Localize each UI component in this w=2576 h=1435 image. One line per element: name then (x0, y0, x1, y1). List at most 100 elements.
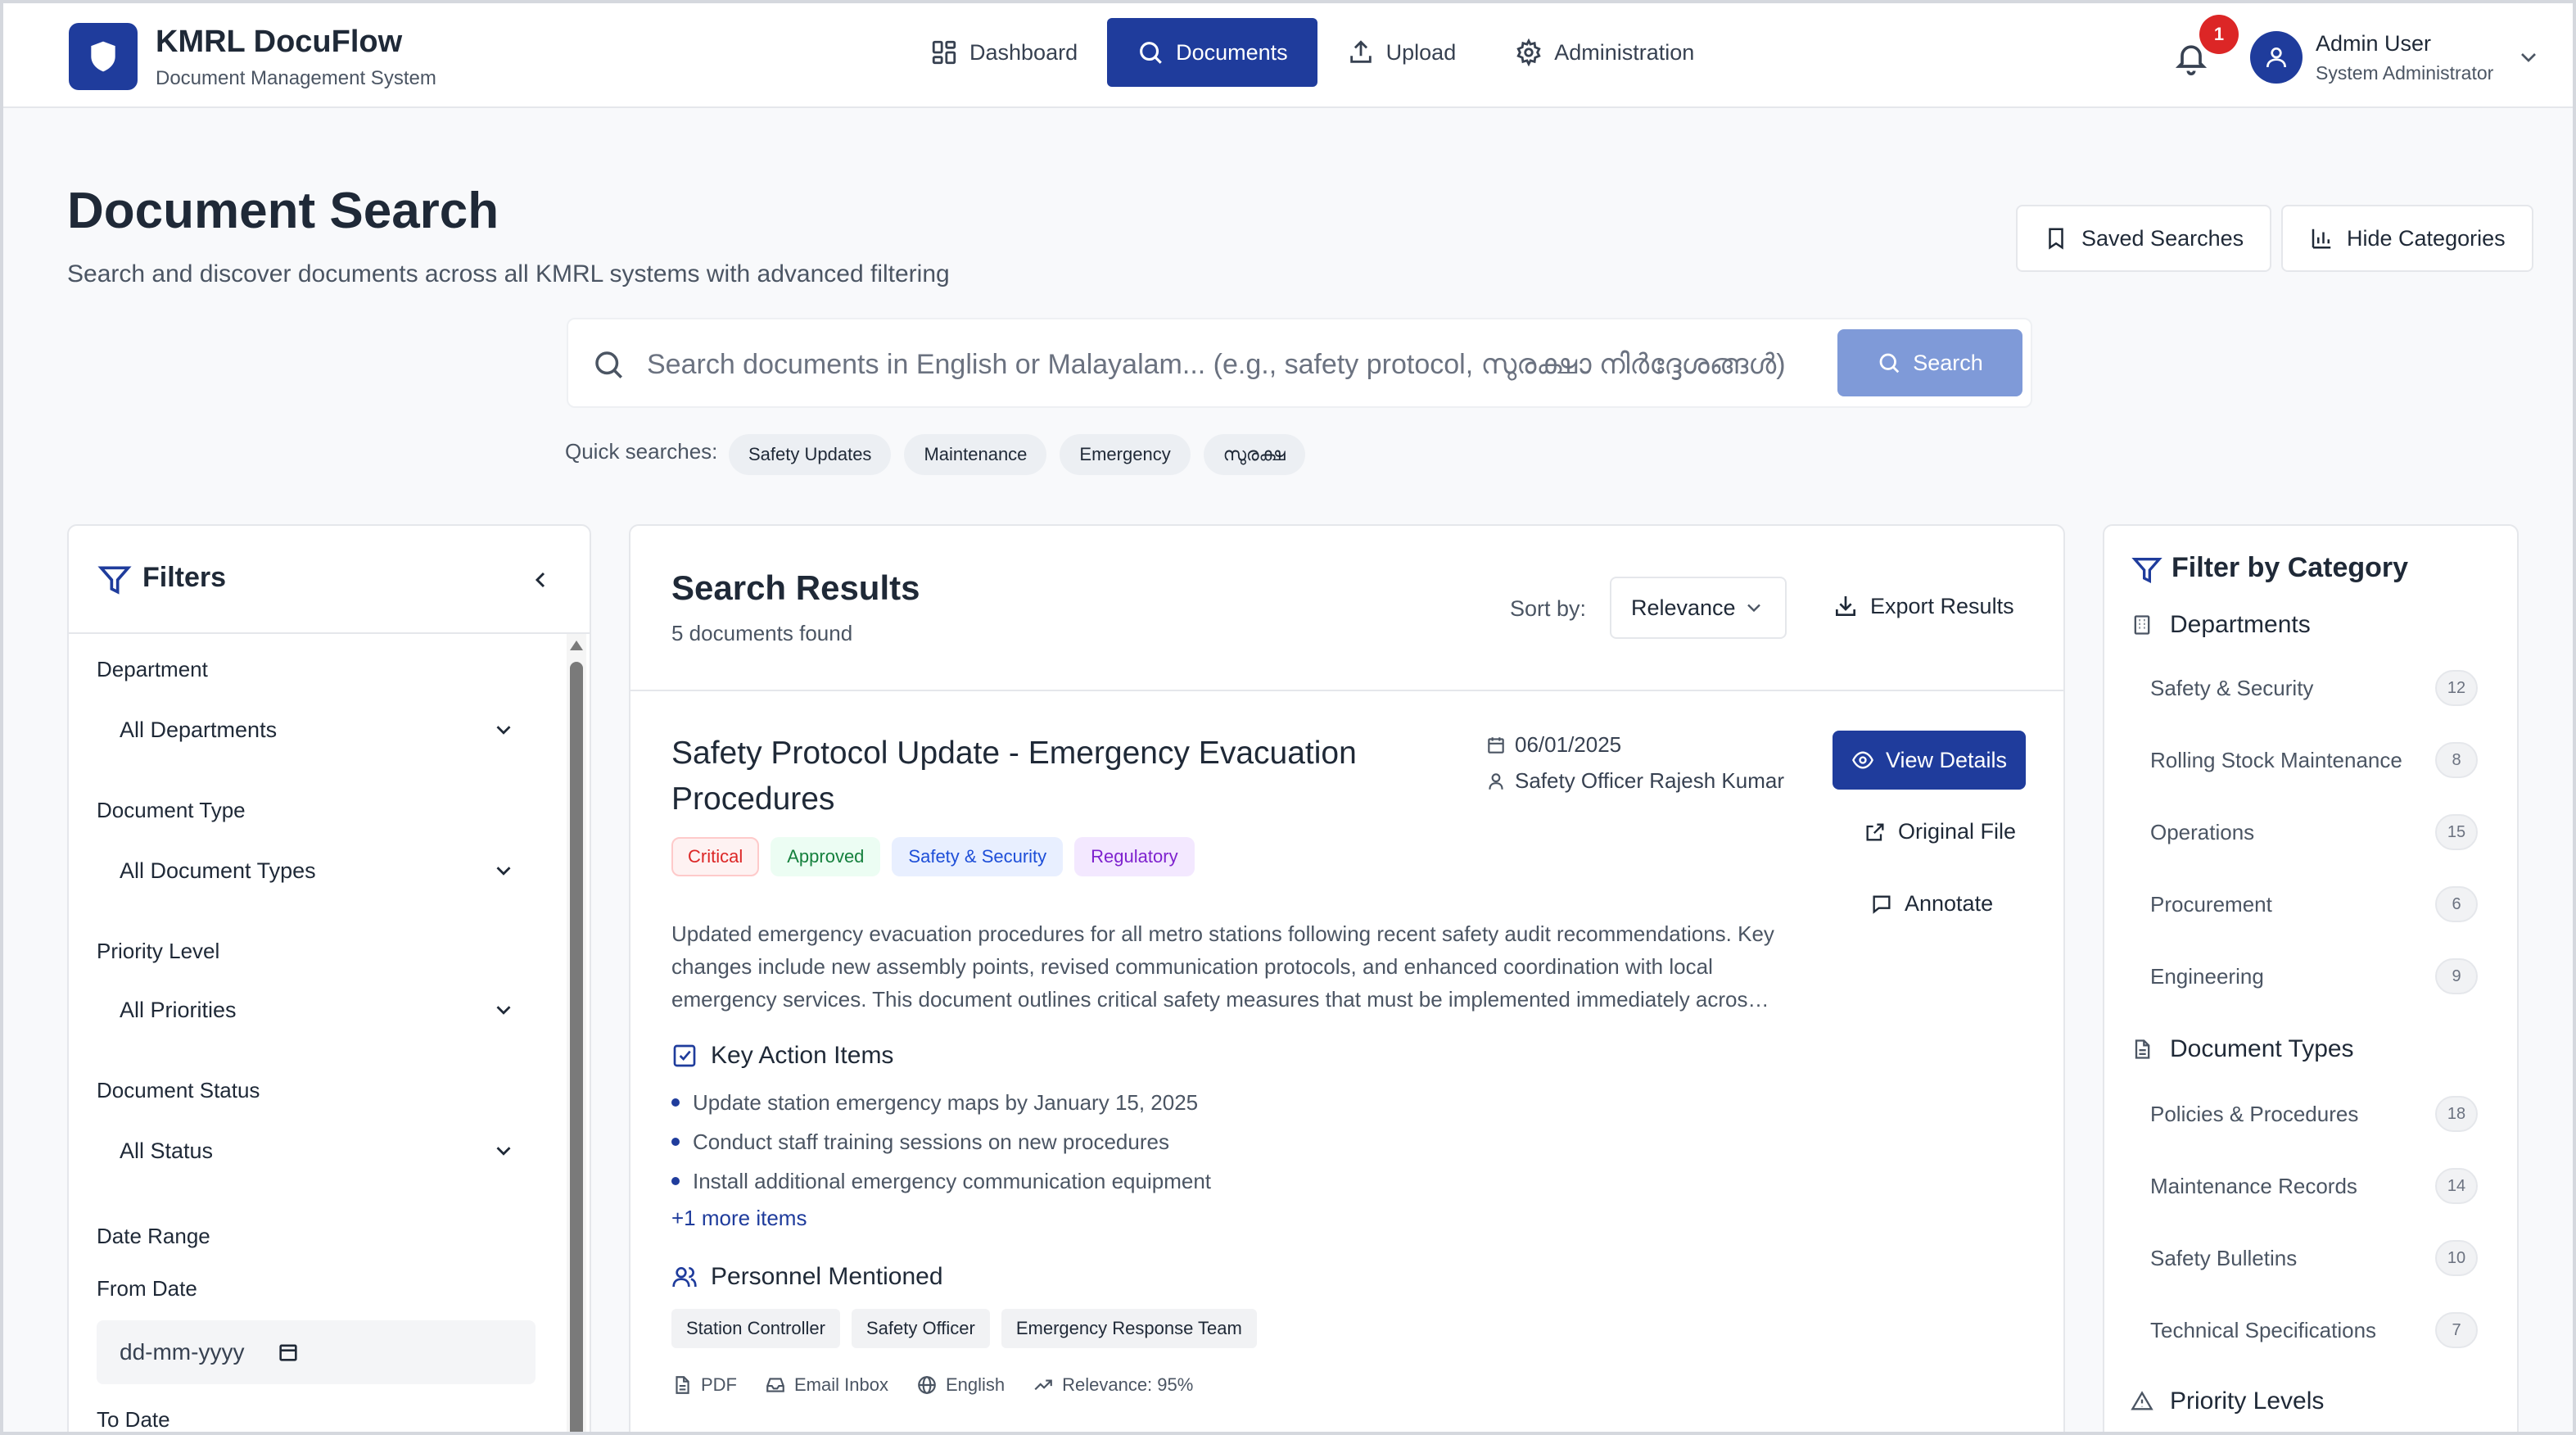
nav-administration-label: Administration (1554, 39, 1695, 65)
category-count: 14 (2435, 1168, 2478, 1204)
results-title: Search Results (671, 568, 920, 607)
category-item[interactable]: Technical Specifications 7 (2150, 1306, 2478, 1355)
app-title: KMRL DocuFlow (156, 25, 403, 59)
more-items-link[interactable]: +1 more items (671, 1206, 807, 1231)
departments-heading: Departments (2131, 611, 2311, 639)
document-title[interactable]: Safety Protocol Update - Emergency Evacu… (671, 731, 1392, 822)
category-item[interactable]: Procurement 6 (2150, 880, 2478, 929)
chevron-down-icon (496, 726, 511, 735)
personnel-title: Personnel Mentioned (711, 1263, 943, 1290)
quick-search-chip[interactable]: Emergency (1060, 434, 1191, 475)
key-actions-list: Update station emergency maps by January… (671, 1083, 1211, 1201)
app-logo[interactable] (69, 23, 138, 90)
category-item[interactable]: Policies & Procedures 18 (2150, 1089, 2478, 1138)
sort-value: Relevance (1631, 595, 1736, 620)
page-subtitle: Search and discover documents across all… (67, 260, 950, 287)
category-count: 6 (2435, 886, 2478, 922)
quick-search-chip[interactable]: സുരക്ഷ (1203, 434, 1305, 475)
document-type-select[interactable]: All Document Types (97, 837, 539, 904)
original-file-button[interactable]: Original File (1864, 819, 2016, 844)
date-range-label: Date Range (97, 1224, 210, 1248)
quick-searches: Safety Updates Maintenance Emergency സുര… (729, 434, 1305, 475)
chevron-left-icon[interactable] (527, 567, 554, 593)
category-name: Procurement (2150, 891, 2272, 917)
notification-badge: 1 (2199, 15, 2239, 54)
category-item[interactable]: Rolling Stock Maintenance 8 (2150, 736, 2478, 785)
category-name: Technical Specifications (2150, 1317, 2377, 1342)
search-input[interactable] (647, 336, 1859, 393)
annotate-button[interactable]: Annotate (1870, 891, 1993, 917)
nav-upload[interactable]: Upload (1317, 18, 1486, 87)
document-author-value: Safety Officer Rajesh Kumar (1515, 768, 1784, 793)
list-item-text: Install additional emergency communicati… (693, 1168, 1212, 1193)
filters-header: Filters (69, 526, 590, 634)
globe-icon (918, 1376, 936, 1394)
top-header: KMRL DocuFlow Document Management System… (3, 3, 2573, 108)
department-badge: Safety & Security (892, 837, 1064, 876)
nav-documents[interactable]: Documents (1107, 18, 1317, 87)
file-icon (676, 1376, 689, 1394)
chevron-down-icon[interactable] (2515, 44, 2542, 70)
inbox-icon (766, 1378, 784, 1392)
category-item[interactable]: Maintenance Records 14 (2150, 1161, 2478, 1211)
avatar[interactable] (2250, 31, 2303, 84)
document-types-title: Document Types (2170, 1035, 2354, 1062)
search-button-label: Search (1913, 350, 1983, 375)
category-name: Policies & Procedures (2150, 1101, 2359, 1126)
list-item: Update station emergency maps by January… (671, 1083, 1211, 1122)
personnel-chip: Safety Officer (851, 1309, 990, 1348)
personnel-chip: Emergency Response Team (1001, 1309, 1257, 1348)
document-date-value: 06/01/2025 (1515, 732, 1622, 757)
hide-categories-button[interactable]: Hide Categories (2281, 205, 2533, 272)
category-item[interactable]: Safety & Security 12 (2150, 663, 2478, 713)
main-nav: Dashboard Documents Upload Administratio… (901, 18, 1724, 87)
sort-select[interactable]: Relevance (1610, 577, 1787, 639)
category-item[interactable]: Engineering 9 (2150, 952, 2478, 1001)
quick-search-chip[interactable]: Safety Updates (729, 434, 892, 475)
category-item[interactable]: Operations 15 (2150, 808, 2478, 857)
saved-searches-button[interactable]: Saved Searches (2016, 205, 2272, 272)
comment-icon (1873, 895, 1891, 914)
scroll-up-arrow[interactable] (570, 641, 583, 650)
upload-icon (1349, 40, 1372, 63)
hide-categories-label: Hide Categories (2347, 225, 2506, 251)
sort-label: Sort by: (1510, 596, 1587, 621)
format-meta: PDF (671, 1374, 737, 1396)
bullet (671, 1138, 680, 1146)
category-name: Safety & Security (2150, 675, 2314, 700)
export-results-button[interactable]: Export Results (1833, 593, 2014, 619)
from-date-placeholder: dd-mm-yyyy (120, 1339, 245, 1365)
calendar-icon (1488, 736, 1504, 754)
view-details-button[interactable]: View Details (1833, 731, 2026, 790)
category-item[interactable]: Safety Bulletins 10 (2150, 1234, 2478, 1283)
priority-value: All Priorities (120, 997, 237, 1022)
category-count: 10 (2435, 1240, 2478, 1276)
page-title: Document Search (67, 183, 499, 239)
department-select[interactable]: All Departments (97, 696, 539, 763)
warning-icon (2131, 1391, 2153, 1410)
filters-scrollbar-thumb[interactable] (570, 662, 583, 1435)
nav-administration[interactable]: Administration (1485, 18, 1724, 87)
bullet (671, 1177, 680, 1185)
document-type-value: All Document Types (120, 858, 316, 883)
personnel-chip: Station Controller (671, 1309, 840, 1348)
search-bar: Search (567, 318, 2032, 408)
results-count: 5 documents found (671, 621, 853, 645)
status-select[interactable]: All Status (97, 1117, 539, 1184)
list-item-text: Conduct staff training sessions on new p… (693, 1129, 1169, 1154)
external-link-icon (1866, 823, 1884, 840)
from-date-field[interactable]: dd-mm-yyyy (97, 1320, 536, 1384)
document-date: 06/01/2025 (1485, 732, 1621, 758)
nav-dashboard[interactable]: Dashboard (901, 18, 1107, 87)
export-results-label: Export Results (1870, 593, 2014, 618)
quick-search-chip[interactable]: Maintenance (904, 434, 1047, 475)
category-count: 7 (2435, 1312, 2478, 1348)
priority-select[interactable]: All Priorities (97, 976, 539, 1043)
category-count: 12 (2435, 670, 2478, 706)
departments-title: Departments (2170, 611, 2311, 638)
filters-panel: Filters Department All Departments Docum… (67, 524, 591, 1435)
search-button[interactable]: Search (1837, 329, 2022, 396)
calendar-icon[interactable] (277, 1341, 300, 1364)
from-date-label: From Date (97, 1276, 197, 1301)
users-icon (672, 1267, 697, 1288)
